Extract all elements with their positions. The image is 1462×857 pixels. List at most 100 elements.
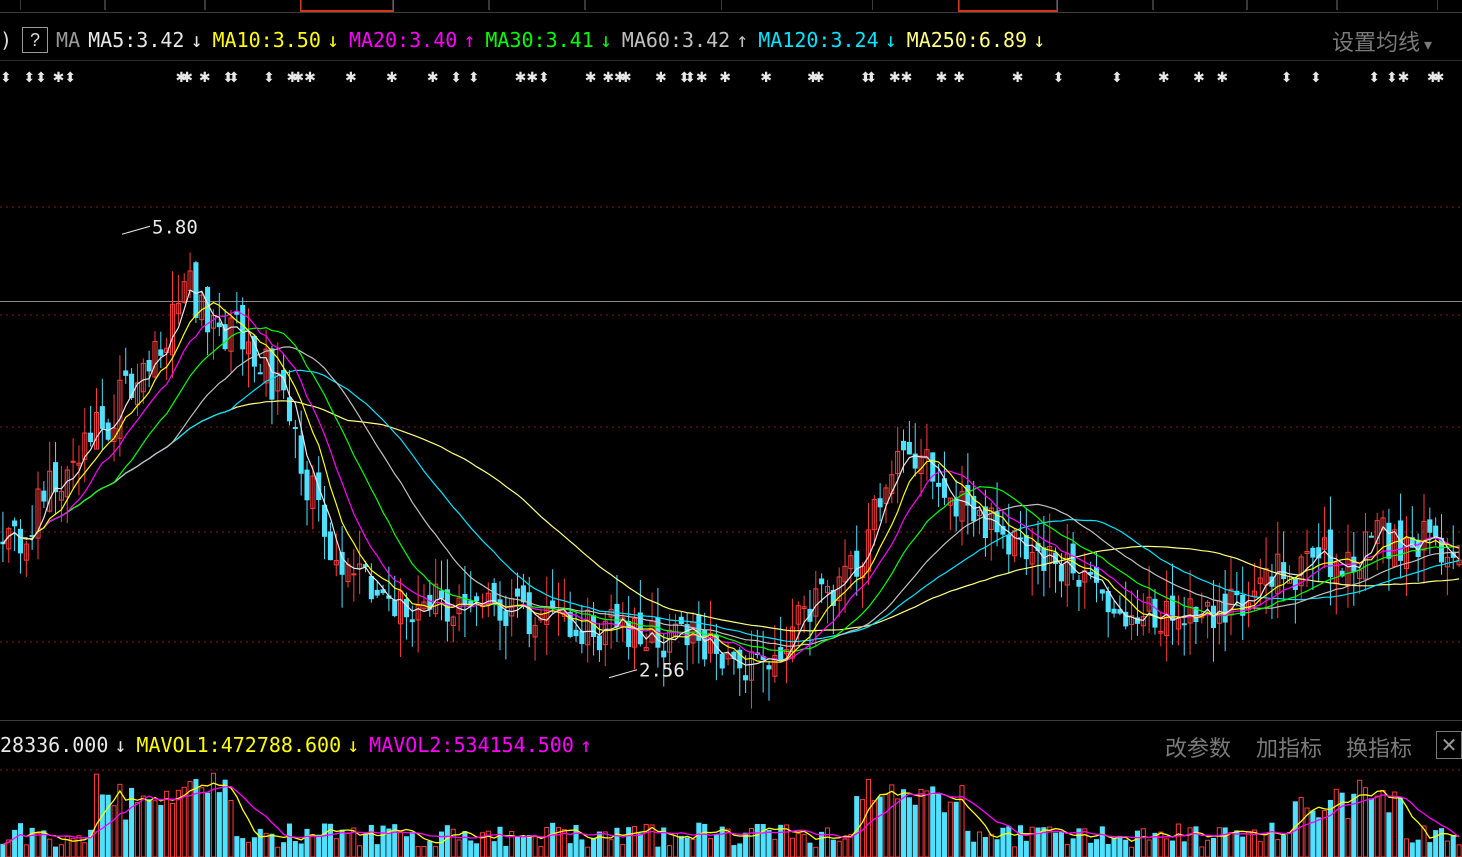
volume-bar [357, 845, 363, 857]
volume-bar [965, 830, 971, 857]
signal-marker: ✱ [304, 70, 316, 86]
volume-bar [1099, 826, 1105, 857]
signal-marker: ✱ [719, 70, 731, 86]
volume-bar [438, 831, 445, 857]
candle-body [953, 498, 959, 517]
switch-indicator-button[interactable]: 换指标 [1346, 731, 1412, 763]
candle-body [1327, 529, 1333, 578]
volume-bar [684, 837, 690, 857]
signal-marker: ✱ [655, 70, 667, 86]
signal-marker: ✱ [1433, 70, 1445, 86]
volume-bar [707, 838, 714, 857]
volume-bar [526, 835, 532, 857]
volume-bar [374, 844, 380, 857]
volume-bar [1333, 788, 1339, 857]
top-tab[interactable] [204, 0, 302, 10]
arrow-down-icon: ↓ [114, 733, 127, 757]
candle-body [216, 322, 222, 328]
top-tab-active[interactable] [300, 0, 394, 12]
candle-body [1386, 522, 1392, 559]
top-tab[interactable] [1056, 0, 1154, 10]
volume-bar [1234, 830, 1240, 857]
volume-bar [842, 838, 848, 857]
candle-body [351, 573, 357, 576]
volume-bar [1409, 842, 1415, 857]
add-indicator-button[interactable]: 加指标 [1256, 731, 1322, 763]
signal-marker: ⬍ [35, 70, 47, 86]
volume-bar [1240, 836, 1246, 857]
candle-body [99, 406, 105, 429]
candle-body [392, 599, 398, 617]
candle-body [526, 592, 532, 635]
volume-bar [362, 833, 369, 857]
candle-body [292, 427, 298, 430]
volume-bar [1269, 822, 1275, 857]
top-tab[interactable] [104, 0, 206, 10]
arrow-down-icon: ↓ [599, 28, 612, 52]
volume-bar [1082, 828, 1088, 857]
volume-bar [602, 831, 608, 857]
help-button[interactable]: ? [22, 27, 49, 53]
top-tab[interactable] [584, 0, 722, 10]
volume-bar [468, 840, 474, 857]
signal-marker: ✱ [813, 70, 825, 86]
volume-bar [813, 846, 819, 857]
vol-legend-text: MAVOL1:472788.600 [136, 733, 342, 757]
volume-bar [906, 797, 912, 857]
volume-bar [550, 822, 556, 857]
volume-bar [614, 827, 620, 857]
price-chart[interactable]: ⬍ ⬍ ⬍ ✱ ⬍ ✱✱ ✱ ⬍⬍ ⬍ ✱✱ ✱ ✱ ✱ ✱ ⬍ ⬍ ✱ ✱ ⬍ ✱ ✱ ✱✱ ✱ ⬍⬍ ✱ ✱ ✱ ✱✱ ⬍⬍ ✱ ✱ ✱ ✱… [0, 62, 1462, 719]
signal-marker: ⬍ [468, 70, 480, 86]
candle-body [854, 550, 860, 577]
top-tab[interactable] [20, 0, 106, 10]
ma-legend-item: MA20:3.40 ↑ [349, 28, 475, 52]
candle-body [596, 635, 602, 651]
candle-body [1041, 547, 1047, 571]
candle-body [719, 653, 725, 669]
volume-chart[interactable] [0, 760, 1462, 857]
volume-bar [1433, 830, 1439, 857]
volume-bar [924, 790, 930, 857]
candle-body [70, 460, 76, 463]
volume-bar [298, 843, 304, 857]
ma-settings-button[interactable]: 设置均线 ▾ [1332, 25, 1432, 57]
ma-legend-item: MA30:3.41 ↓ [485, 28, 611, 52]
top-tab[interactable] [392, 0, 490, 10]
volume-bar [228, 800, 234, 857]
change-params-button[interactable]: 改参数 [1165, 731, 1231, 763]
signal-marker: ⬍ [1281, 70, 1293, 86]
ma-label: MA [56, 28, 81, 52]
volume-bar [1140, 828, 1146, 857]
candle-body [1438, 537, 1445, 563]
volume-bar [415, 845, 421, 857]
top-tab[interactable] [1336, 0, 1438, 10]
volume-bar [333, 838, 339, 857]
top-tab-active[interactable] [958, 0, 1058, 12]
volume-bar [1456, 844, 1462, 857]
candle-body [877, 498, 883, 508]
arrow-down-icon: ↓ [884, 28, 897, 52]
annotation-label: 5.80 [152, 216, 198, 238]
volume-bar [1316, 817, 1322, 857]
candle-body [515, 588, 521, 597]
candle-body [1427, 519, 1433, 533]
top-tab[interactable] [1152, 0, 1248, 10]
close-icon[interactable]: ✕ [1436, 731, 1462, 759]
volume-bar [245, 841, 252, 857]
signal-marker: ✱ [760, 70, 772, 86]
top-tab[interactable] [488, 0, 586, 10]
signal-marker: ✱ [901, 70, 913, 86]
volume-bar [17, 823, 24, 857]
volume-bar [1105, 843, 1111, 857]
signal-marker: ⬍ [1368, 70, 1380, 86]
ma-legend-text: MA10:3.50 [212, 28, 321, 52]
ma10-line [2, 301, 1460, 663]
volume-bar [1123, 839, 1129, 857]
volume-bar [795, 833, 801, 857]
top-tab[interactable] [1246, 0, 1338, 10]
arrow-up-icon: ↑ [463, 28, 476, 52]
top-tab[interactable] [872, 0, 960, 10]
volume-bar [883, 793, 889, 857]
signal-marker: ⬍ [1053, 70, 1065, 86]
volume-bar [444, 825, 450, 857]
